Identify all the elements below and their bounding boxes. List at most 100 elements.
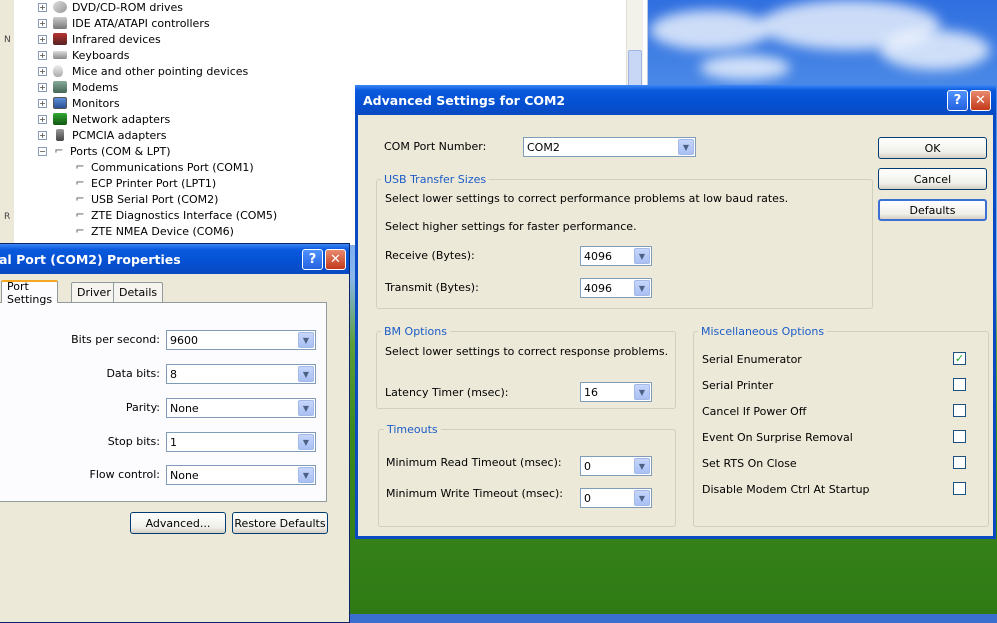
bm-options-title: BM Options [381,325,450,338]
serial-enumerator-label: Serial Enumerator [702,353,802,366]
bits-per-second-select[interactable]: 9600 ▼ [166,330,316,350]
expand-icon[interactable]: + [38,114,47,124]
expand-icon[interactable]: + [38,130,47,140]
tree-item-dvd[interactable]: + DVD/CD-ROM drives [38,0,183,15]
tree-item-port[interactable]: ⌐ USB Serial Port (COM2) [74,191,218,207]
expand-icon[interactable]: + [38,34,47,44]
tree-item-infrared[interactable]: + Infrared devices [38,31,161,47]
defaults-button[interactable]: Defaults [878,199,987,221]
serial-enumerator-checkbox[interactable]: ✓ [953,352,966,365]
chevron-down-icon[interactable]: ▼ [298,434,314,450]
write-timeout-select[interactable]: 0 ▼ [580,488,652,508]
tree-item-pcmcia[interactable]: + PCMCIA adapters [38,127,167,143]
close-button[interactable]: ✕ [325,249,346,270]
tab-details[interactable]: Details [113,282,164,302]
transmit-select[interactable]: 4096 ▼ [580,278,652,298]
set-rts-on-close-label: Set RTS On Close [702,457,797,470]
flow-control-label: Flow control: [89,468,160,481]
chevron-down-icon[interactable]: ▼ [298,467,314,483]
chevron-down-icon[interactable]: ▼ [634,490,650,506]
expand-icon[interactable]: + [38,98,47,108]
disable-modem-ctrl-checkbox[interactable] [953,482,966,495]
expand-icon[interactable]: + [38,50,47,60]
select-value: 16 [584,385,598,399]
chevron-down-icon[interactable]: ▼ [298,400,314,416]
port-icon: ⌐ [75,192,85,205]
tree-item-port[interactable]: ⌐ ZTE NMEA Device (COM6) [74,223,234,239]
cancel-if-power-off-checkbox[interactable] [953,404,966,417]
latency-label: Latency Timer (msec): [385,386,509,399]
com-port-select[interactable]: COM2 ▼ [523,137,696,157]
data-bits-select[interactable]: 8 ▼ [166,364,316,384]
expand-icon[interactable]: + [38,18,47,28]
chevron-down-icon[interactable]: ▼ [634,280,650,296]
chevron-down-icon[interactable]: ▼ [298,332,314,348]
expand-icon[interactable]: + [38,66,47,76]
advanced-titlebar[interactable]: Advanced Settings for COM2 ? ✕ [355,85,996,115]
tree-item-port[interactable]: ⌐ ECP Printer Port (LPT1) [74,175,216,191]
properties-title: al Port (COM2) Properties [0,251,181,267]
tab-driver[interactable]: Driver [71,282,117,302]
scrollbar-thumb[interactable] [628,50,642,90]
tab-port-settings[interactable]: Port Settings [1,280,59,306]
help-icon: ? [308,252,317,267]
tree-item-label: ZTE Diagnostics Interface (COM5) [91,208,278,222]
help-button[interactable]: ? [302,249,323,270]
tree-item-monitors[interactable]: + Monitors [38,95,120,111]
timeouts-title: Timeouts [384,423,441,436]
close-button[interactable]: ✕ [970,90,991,111]
close-icon: ✕ [330,252,341,267]
tree-item-label: ECP Printer Port (LPT1) [91,176,217,190]
select-value: 9600 [170,333,198,347]
expand-icon[interactable]: + [38,82,47,92]
chevron-down-icon[interactable]: ▼ [634,384,650,400]
collapse-icon[interactable]: − [38,146,47,156]
left-pane-strip: N R [0,0,14,245]
tree-item-mice[interactable]: + Mice and other pointing devices [38,63,248,79]
chevron-down-icon[interactable]: ▼ [634,248,650,264]
tree-item-port[interactable]: ⌐ ZTE Diagnostics Interface (COM5) [74,207,277,223]
transmit-label: Transmit (Bytes): [385,281,479,294]
set-rts-on-close-checkbox[interactable] [953,456,966,469]
tree-item-label: Infrared devices [72,32,161,46]
tree-item-port[interactable]: ⌐ Communications Port (COM1) [74,159,253,175]
select-value: None [170,468,199,482]
tree-item-modems[interactable]: + Modems [38,79,118,95]
properties-titlebar[interactable]: al Port (COM2) Properties ? ✕ [0,244,349,274]
parity-select[interactable]: None ▼ [166,398,316,418]
chevron-down-icon[interactable]: ▼ [678,139,694,155]
tab-label: Driver [77,286,111,299]
tree-item-label: PCMCIA adapters [72,128,167,142]
advanced-button[interactable]: Advanced... [130,512,226,534]
dvd-drive-icon [53,1,67,13]
tree-item-label: DVD/CD-ROM drives [72,0,183,14]
select-value: 0 [584,459,591,473]
timeouts-group: Timeouts Minimum Read Timeout (msec): 0 … [378,423,676,527]
tab-label: Details [119,286,158,299]
expand-icon[interactable]: + [38,2,47,12]
misc-options-group: Miscellaneous Options Serial Enumerator … [693,325,989,527]
flow-control-select[interactable]: None ▼ [166,465,316,485]
receive-select[interactable]: 4096 ▼ [580,246,652,266]
tree-item-ide[interactable]: + IDE ATA/ATAPI controllers [38,15,210,31]
usb-help-text-1: Select lower settings to correct perform… [385,192,789,205]
stop-bits-select[interactable]: 1 ▼ [166,432,316,452]
tree-item-ports[interactable]: − ⌐ Ports (COM & LPT) [38,143,171,159]
latency-select[interactable]: 16 ▼ [580,382,652,402]
read-timeout-select[interactable]: 0 ▼ [580,456,652,476]
serial-printer-checkbox[interactable] [953,378,966,391]
restore-defaults-button[interactable]: Restore Defaults [232,512,328,534]
port-icon: ⌐ [75,208,85,221]
tree-item-keyboards[interactable]: + Keyboards [38,47,129,63]
chevron-down-icon[interactable]: ▼ [298,366,314,382]
ok-button[interactable]: OK [878,137,987,159]
close-icon: ✕ [975,93,986,108]
event-on-surprise-removal-checkbox[interactable] [953,430,966,443]
chevron-down-icon[interactable]: ▼ [634,458,650,474]
help-button[interactable]: ? [947,90,968,111]
select-value: COM2 [527,140,560,154]
cancel-button[interactable]: Cancel [878,168,987,190]
bm-help-text: Select lower settings to correct respons… [385,345,669,358]
tree-item-network[interactable]: + Network adapters [38,111,170,127]
port-icon: ⌐ [54,144,64,157]
